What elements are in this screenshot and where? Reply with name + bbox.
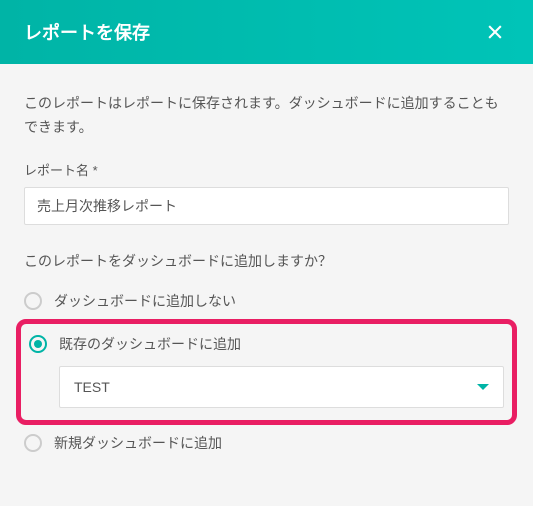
dashboard-question: このレポートをダッシュボードに追加しますか？: [24, 251, 509, 271]
dashboard-select[interactable]: TEST: [59, 366, 504, 408]
radio-label: ダッシュボードに追加しない: [54, 291, 236, 311]
description-text: このレポートはレポートに保存されます。ダッシュボードに追加することもできます。: [24, 92, 509, 140]
radio-label: 新規ダッシュボードに追加: [54, 433, 222, 453]
radio-icon: [24, 434, 42, 452]
modal-title: レポートを保存: [24, 19, 150, 45]
radio-icon: [24, 292, 42, 310]
radio-option-no-add[interactable]: ダッシュボードに追加しない: [24, 285, 509, 317]
radio-option-existing[interactable]: 既存のダッシュボードに追加: [29, 330, 504, 362]
modal-body: このレポートはレポートに保存されます。ダッシュボードに追加することもできます。 …: [0, 64, 533, 487]
chevron-down-icon: [477, 384, 489, 390]
radio-label: 既存のダッシュボードに追加: [59, 334, 241, 354]
close-button[interactable]: [481, 18, 509, 46]
highlight-annotation: 既存のダッシュボードに追加 TEST: [16, 319, 517, 425]
radio-option-new[interactable]: 新規ダッシュボードに追加: [24, 427, 509, 459]
radio-group: ダッシュボードに追加しない 既存のダッシュボードに追加 TEST 新規ダッシュボ…: [24, 285, 509, 459]
report-name-input[interactable]: [24, 187, 509, 225]
report-name-label: レポート名 *: [24, 160, 509, 179]
dashboard-select-wrapper: TEST: [59, 366, 504, 408]
select-value: TEST: [74, 379, 110, 395]
radio-icon-selected: [29, 335, 47, 353]
close-icon: [485, 22, 505, 42]
modal-header: レポートを保存: [0, 0, 533, 64]
